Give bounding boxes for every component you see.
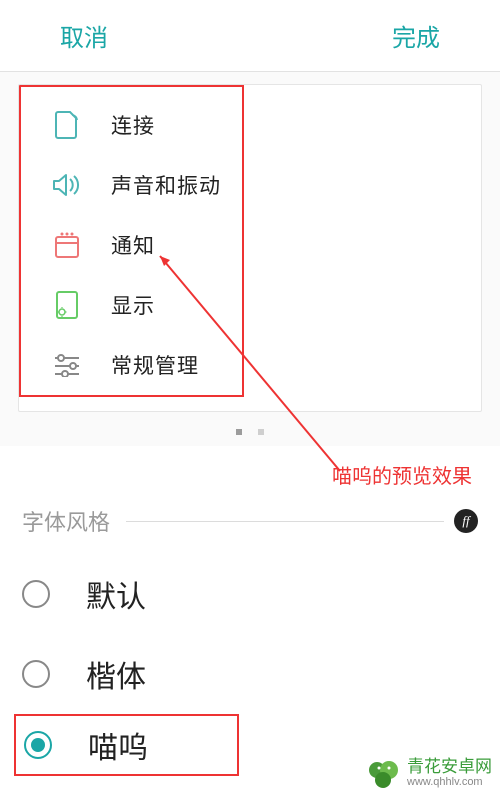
page-indicator	[18, 412, 482, 446]
notification-icon	[51, 229, 83, 261]
menu-item-sound[interactable]: 声音和振动	[19, 155, 481, 215]
radio-selected-icon	[24, 731, 52, 759]
divider	[126, 521, 444, 522]
preview-card: 连接 声音和振动 通知 显示 常规管理	[18, 84, 482, 412]
font-option-label: 喵呜	[88, 723, 148, 767]
menu-label: 通知	[111, 230, 155, 260]
watermark: 青花安卓网 www.qhhlv.com	[367, 756, 492, 790]
font-option-label: 楷体	[86, 652, 146, 696]
done-button[interactable]: 完成	[392, 18, 440, 53]
cancel-button[interactable]: 取消	[60, 18, 108, 53]
radio-unselected-icon	[22, 660, 50, 688]
annotation-text: 喵呜的预览效果	[332, 460, 472, 489]
font-option-miaowu[interactable]: 喵呜	[24, 723, 148, 767]
menu-item-display[interactable]: 显示	[19, 275, 481, 335]
sliders-icon	[51, 349, 83, 381]
annotation-box-bottom: 喵呜	[14, 714, 239, 776]
font-option-default[interactable]: 默认	[22, 554, 478, 634]
menu-label: 连接	[111, 110, 155, 140]
menu-item-general[interactable]: 常规管理	[19, 335, 481, 395]
header-bar: 取消 完成	[0, 0, 500, 71]
speaker-icon	[51, 169, 83, 201]
menu-label: 声音和振动	[111, 170, 221, 200]
preview-section: 连接 声音和振动 通知 显示 常规管理	[0, 71, 500, 446]
menu-label: 常规管理	[111, 350, 199, 380]
section-header: 字体风格 ff	[0, 496, 500, 546]
section-title: 字体风格	[22, 505, 110, 537]
font-style-list: 默认 楷体 喵呜	[0, 546, 500, 776]
dot	[258, 429, 264, 435]
font-manager-icon[interactable]: ff	[454, 509, 478, 533]
font-option-kaiti[interactable]: 楷体	[22, 634, 478, 714]
annotation-layer: 喵呜的预览效果	[0, 446, 500, 496]
radio-unselected-icon	[22, 580, 50, 608]
watermark-url: www.qhhlv.com	[407, 776, 492, 788]
dot-active	[236, 429, 242, 435]
menu-item-connection[interactable]: 连接	[19, 95, 481, 155]
font-option-label: 默认	[86, 572, 146, 616]
watermark-brand: 青花安卓网	[407, 758, 492, 776]
menu-label: 显示	[111, 290, 155, 320]
menu-item-notification[interactable]: 通知	[19, 215, 481, 275]
watermark-logo-icon	[367, 756, 401, 790]
display-icon	[51, 289, 83, 321]
sim-icon	[51, 109, 83, 141]
